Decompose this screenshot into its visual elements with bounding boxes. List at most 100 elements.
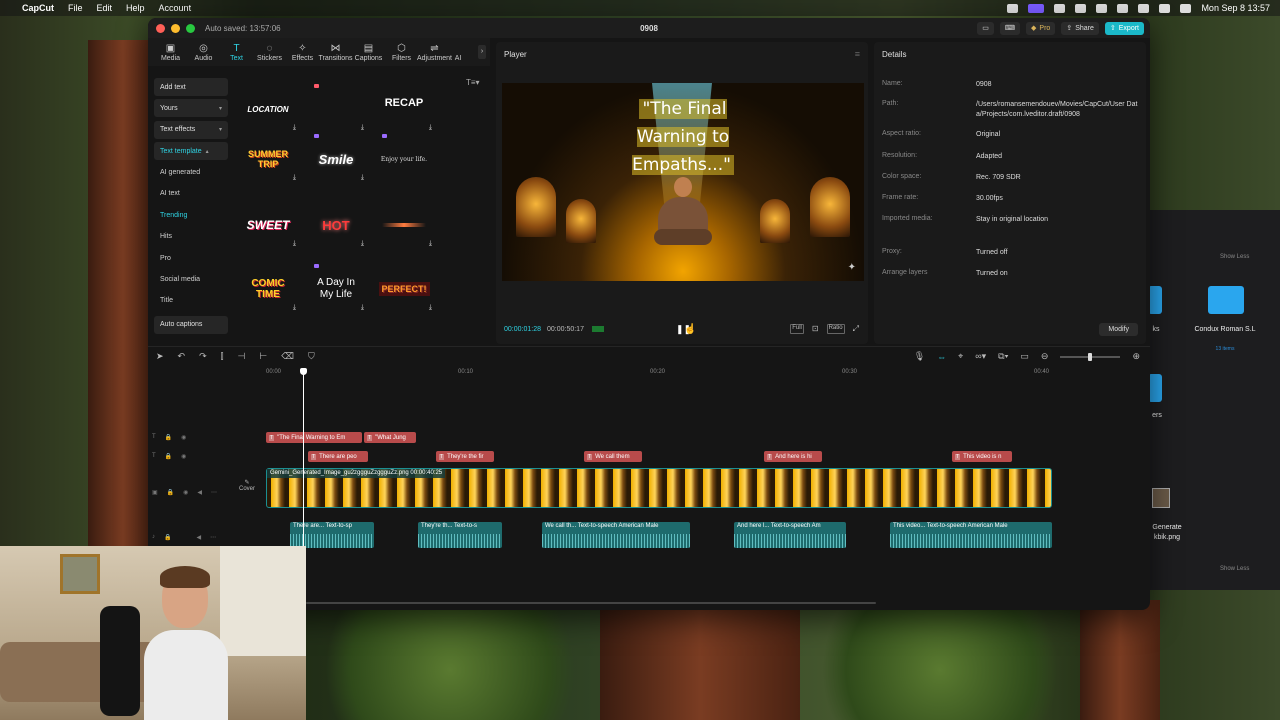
snapshot-icon[interactable]: ⊡ — [811, 324, 820, 334]
text-filter-icon[interactable]: T≡▾ — [466, 78, 480, 87]
menu-help[interactable]: Help — [126, 3, 145, 13]
category-trending[interactable]: Trending — [154, 206, 228, 224]
category-text-effects[interactable]: Text effects ▾ — [154, 120, 228, 139]
tab-effects[interactable]: ✧ Effects — [286, 43, 319, 62]
chain-icon[interactable]: ∞▾ — [975, 351, 986, 362]
template-a-day[interactable]: A Day In My Life ⤓ — [304, 262, 368, 316]
volume-icon[interactable]: ◀ — [196, 534, 201, 541]
battery-icon[interactable] — [1159, 3, 1171, 13]
video-clip[interactable]: Gemini_Generated_Image_gu2zggguZzggguZz.… — [266, 468, 1052, 508]
more-icon[interactable]: ⋯ — [210, 534, 216, 541]
menu-icon[interactable]: ≡ — [855, 49, 860, 59]
template-blank[interactable]: ⤓ — [304, 82, 368, 136]
tab-adjustment[interactable]: ⇌ Adjustment — [417, 43, 452, 62]
playhead[interactable] — [300, 368, 307, 558]
status-icon[interactable] — [1117, 3, 1129, 13]
status-icon[interactable] — [1075, 3, 1087, 13]
folder-icon[interactable] — [1148, 374, 1162, 402]
category-pro[interactable]: Pro — [154, 249, 228, 267]
template-location[interactable]: LOCATION ⤓ — [236, 82, 300, 136]
modify-button[interactable]: Modify — [1099, 323, 1138, 336]
ratio-button[interactable]: Ratio — [826, 324, 845, 334]
chevron-right-icon[interactable]: › — [478, 45, 486, 59]
template-recap[interactable]: RECAP ⤓ — [372, 82, 436, 136]
close-window-button[interactable] — [156, 23, 165, 33]
text-clip[interactable]: And here is hi — [764, 451, 822, 462]
template-perfect[interactable]: PERFECT! ⤓ — [372, 262, 436, 316]
text-clip[interactable]: We call them — [584, 451, 642, 462]
tab-stickers[interactable]: ◌ Stickers — [253, 43, 286, 62]
split-right-icon[interactable]: ⊢ — [259, 351, 267, 362]
pro-button[interactable]: ◆ Pro — [1026, 21, 1056, 35]
eye-icon[interactable]: ◉ — [181, 434, 186, 441]
split-icon[interactable]: ⫿ — [221, 351, 224, 362]
add-text-button[interactable]: Add text — [154, 78, 228, 96]
tab-captions[interactable]: ▤ Captions — [352, 43, 385, 62]
more-icon[interactable]: ⋯ — [211, 489, 217, 496]
text-clip[interactable]: There are peo — [308, 451, 368, 462]
eye-icon[interactable]: ◉ — [181, 453, 186, 460]
snap-icon[interactable]: ⌖ — [958, 351, 963, 362]
undo-icon[interactable]: ↶ — [178, 351, 186, 362]
search-icon[interactable] — [1180, 3, 1192, 13]
category-text-template[interactable]: Text template ▴ — [154, 142, 228, 161]
preview-axis-icon[interactable]: ⧉▾ — [998, 351, 1008, 362]
menu-edit[interactable]: Edit — [97, 3, 113, 13]
shortcut-icon[interactable]: ⌨ — [999, 21, 1021, 35]
layout-icon[interactable]: ▭ — [977, 21, 994, 35]
zoom-window-button[interactable] — [186, 23, 195, 33]
cover-button[interactable]: ✎ Cover — [236, 479, 258, 492]
tab-filters[interactable]: ⬡ Filters — [385, 43, 418, 62]
volume-icon[interactable]: ◀ — [197, 489, 202, 496]
zoom-out-icon[interactable]: ⊖ — [1041, 351, 1049, 362]
microphone-icon[interactable]: 🎙 — [914, 351, 925, 362]
tab-audio[interactable]: ◎ Audio — [187, 43, 220, 62]
link-icon[interactable]: ⇔ — [937, 352, 946, 362]
video-preview[interactable]: "The Final Warning to Empaths..." ✦ — [502, 83, 864, 281]
overlay-title[interactable]: "The Final Warning to Empaths..." — [612, 95, 754, 179]
text-clip[interactable]: "The Final Warning to Em — [266, 432, 362, 443]
template-sweet[interactable]: SWEET ⤓ — [236, 198, 300, 252]
status-icon[interactable] — [1007, 3, 1019, 13]
file-thumbnail[interactable] — [1152, 488, 1170, 508]
template-glow-line[interactable]: ⤓ — [372, 198, 436, 252]
zoom-slider[interactable] — [1060, 352, 1121, 361]
auto-captions-button[interactable]: Auto captions — [154, 315, 228, 334]
template-hot[interactable]: HOT ⤓ — [304, 198, 368, 252]
text-clip[interactable]: This video is n — [952, 451, 1012, 462]
eye-icon[interactable]: ◉ — [183, 489, 188, 496]
menu-app[interactable]: CapCut — [22, 3, 54, 13]
play-status-icon[interactable] — [1096, 3, 1108, 13]
clock[interactable]: Mon Sep 8 13:57 — [1201, 3, 1270, 13]
screen-record-icon[interactable] — [1028, 3, 1045, 13]
show-less-link[interactable]: Show Less — [1220, 254, 1249, 260]
category-title[interactable]: Title — [154, 292, 228, 310]
redo-icon[interactable]: ↷ — [199, 351, 207, 362]
timeline-scrollbar[interactable] — [306, 602, 876, 604]
folder-icon[interactable] — [1148, 286, 1162, 314]
split-left-icon[interactable]: ⊣ — [238, 351, 246, 362]
export-button[interactable]: ⇧ Export — [1104, 21, 1144, 35]
category-hits[interactable]: Hits — [154, 228, 228, 246]
audio-clip[interactable]: We call th... Text-to-speech American Ma… — [542, 522, 690, 548]
shield-icon[interactable]: ⛉ — [308, 351, 315, 362]
audio-clip[interactable]: They're th... Text-to-s — [418, 522, 502, 548]
tab-media[interactable]: ▣ Media — [154, 43, 187, 62]
category-ai-generated[interactable]: AI generated — [154, 164, 228, 182]
menu-account[interactable]: Account — [159, 3, 192, 13]
folder-icon[interactable] — [1208, 286, 1244, 314]
minimize-window-button[interactable] — [171, 23, 180, 33]
lock-icon[interactable]: 🔒 — [165, 434, 172, 441]
text-clip[interactable]: They're the fir — [436, 451, 494, 462]
caption-icon[interactable]: ▭ — [1020, 351, 1029, 362]
select-tool-icon[interactable]: ➤ — [156, 351, 164, 362]
wifi-icon[interactable] — [1138, 3, 1150, 13]
delete-icon[interactable]: ⌫ — [281, 351, 294, 362]
template-summer-trip[interactable]: SUMMER TRIP ⤓ — [236, 132, 300, 186]
tab-transitions[interactable]: ⋈ Transitions — [319, 43, 353, 62]
lock-icon[interactable]: 🔒 — [165, 453, 172, 460]
category-yours[interactable]: Yours ▾ — [154, 99, 228, 118]
tab-text[interactable]: T Text — [220, 43, 253, 62]
template-smile[interactable]: Smile ⤓ — [304, 132, 368, 186]
share-button[interactable]: ⇪ Share — [1061, 21, 1099, 35]
